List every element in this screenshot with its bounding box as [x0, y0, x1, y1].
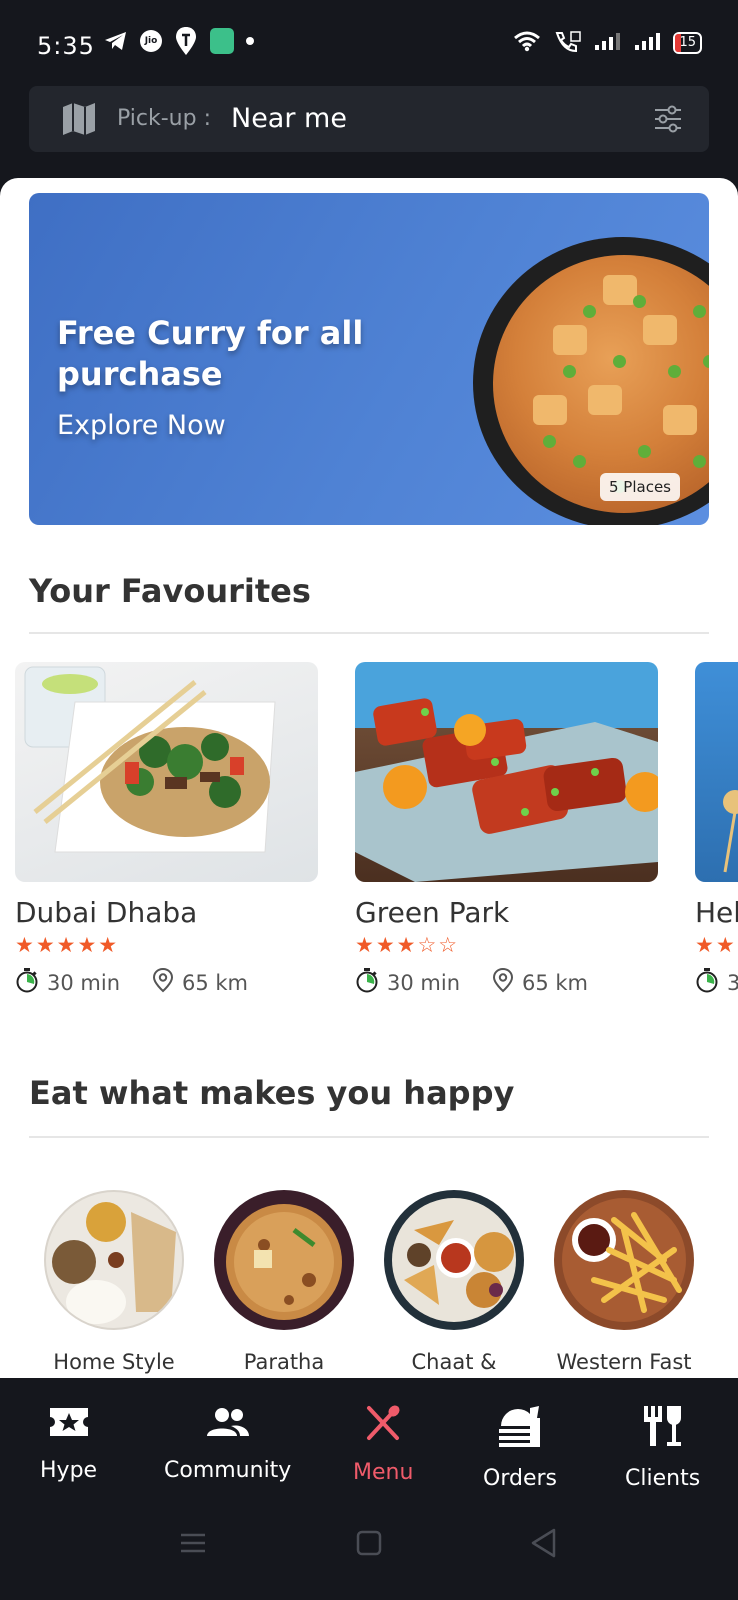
bottom-navigation: Hype Community Menu Orders Clients — [0, 1378, 738, 1500]
nav-hype[interactable]: Hype — [40, 1404, 97, 1483]
categories-divider — [29, 1136, 709, 1138]
rating-stars: ★★ — [695, 933, 737, 957]
restaurant-name: Dubai Dhaba — [15, 896, 198, 929]
nav-clients[interactable]: Clients — [625, 1404, 700, 1491]
category-image — [554, 1190, 694, 1330]
category-western-fast[interactable]: Western Fast — [549, 1190, 699, 1374]
restaurant-image — [355, 662, 658, 882]
restaurant-name: Green Park — [355, 896, 510, 929]
distance: 65 km — [522, 970, 589, 995]
restaurant-image — [15, 662, 318, 882]
restaurant-image — [695, 662, 738, 882]
recent-apps-icon[interactable] — [180, 1530, 206, 1560]
notification-icons: Jio — [104, 27, 254, 55]
back-icon[interactable] — [530, 1528, 558, 1562]
stopwatch-icon — [15, 967, 39, 998]
favourite-card[interactable]: Dubai Dhaba ★★★★★ 30 min 65 km — [15, 662, 318, 998]
delivery-time: 30 min — [387, 970, 460, 995]
places-count-badge: 5 Places — [599, 473, 680, 501]
stopwatch-icon — [695, 967, 719, 998]
more-notifications-icon — [246, 37, 254, 45]
rating-stars: ★★★☆☆ — [355, 933, 460, 957]
swiggy-icon — [174, 27, 198, 55]
jio-icon: Jio — [140, 30, 162, 52]
content-sheet: Free Curry for all purchase Explore Now — [0, 178, 738, 1378]
nav-label: Clients — [625, 1466, 701, 1491]
category-label: Chaat & — [411, 1350, 497, 1374]
pickup-label: Pick-up : — [117, 106, 211, 131]
system-icons: 15 — [513, 30, 702, 56]
nav-orders[interactable]: Orders — [483, 1404, 557, 1491]
people-icon — [205, 1404, 251, 1446]
wifi-icon — [513, 30, 541, 56]
category-paratha[interactable]: Paratha — [209, 1190, 359, 1374]
favourites-divider — [29, 632, 709, 634]
delivery-time: 3 — [727, 970, 738, 995]
category-home-style[interactable]: Home Style — [39, 1190, 189, 1374]
home-icon[interactable] — [356, 1530, 382, 1560]
nav-label: Orders — [483, 1466, 557, 1491]
banner-cta[interactable]: Explore Now — [57, 410, 226, 441]
volte-call-icon — [553, 30, 582, 56]
location-pin-icon — [152, 967, 174, 998]
favourites-heading: Your Favourites — [29, 572, 311, 610]
categories-heading: Eat what makes you happy — [29, 1074, 515, 1112]
status-bar: 5:35 Jio 15 — [0, 0, 738, 80]
filter-sliders-icon[interactable] — [653, 104, 683, 138]
promo-banner[interactable]: Free Curry for all purchase Explore Now — [29, 193, 709, 525]
signal-1-icon — [593, 30, 621, 56]
category-image — [384, 1190, 524, 1330]
restaurant-meta: 30 min 65 km — [355, 967, 658, 998]
category-image — [44, 1190, 184, 1330]
restaurant-name: Hel — [695, 896, 738, 929]
category-chaat[interactable]: Chaat & — [379, 1190, 529, 1374]
utensils-glass-icon — [642, 1404, 684, 1454]
nav-label: Community — [164, 1458, 292, 1483]
banner-title: Free Curry for all purchase — [57, 314, 364, 393]
location-pin-icon — [492, 967, 514, 998]
rating-stars: ★★★★★ — [15, 933, 120, 957]
fork-spoon-icon — [363, 1404, 403, 1448]
stopwatch-icon — [355, 967, 379, 998]
pickup-location-bar[interactable]: Pick-up : Near me — [29, 86, 709, 152]
nav-label: Menu — [353, 1460, 414, 1485]
signal-2-icon — [633, 30, 661, 56]
food-tray-icon — [497, 1404, 543, 1454]
status-time: 5:35 — [37, 32, 95, 60]
distance: 65 km — [182, 970, 249, 995]
app-notification-icon — [210, 28, 234, 54]
ticket-star-icon — [48, 1404, 90, 1446]
category-label: Western Fast — [556, 1350, 692, 1374]
battery-indicator: 15 — [673, 32, 702, 54]
telegram-icon — [104, 29, 128, 53]
category-label: Paratha — [243, 1350, 325, 1374]
screen: 5:35 Jio 15 Pick-up: Near me Free Curry… — [0, 0, 738, 1600]
pickup-location-value[interactable]: Near me — [231, 103, 347, 134]
favourite-card[interactable]: Green Park ★★★☆☆ 30 min 65 km — [355, 662, 658, 998]
system-navigation-bar — [0, 1500, 738, 1600]
favourite-card[interactable]: Hel ★★ 3 — [695, 662, 738, 998]
category-label: Home Style — [53, 1350, 175, 1374]
nav-menu[interactable]: Menu — [353, 1404, 413, 1485]
nav-label: Hype — [40, 1458, 98, 1483]
map-icon — [61, 101, 97, 141]
restaurant-meta: 30 min 65 km — [15, 967, 318, 998]
category-image — [214, 1190, 354, 1330]
delivery-time: 30 min — [47, 970, 120, 995]
nav-community[interactable]: Community — [164, 1404, 291, 1483]
restaurant-meta: 3 — [695, 967, 738, 998]
